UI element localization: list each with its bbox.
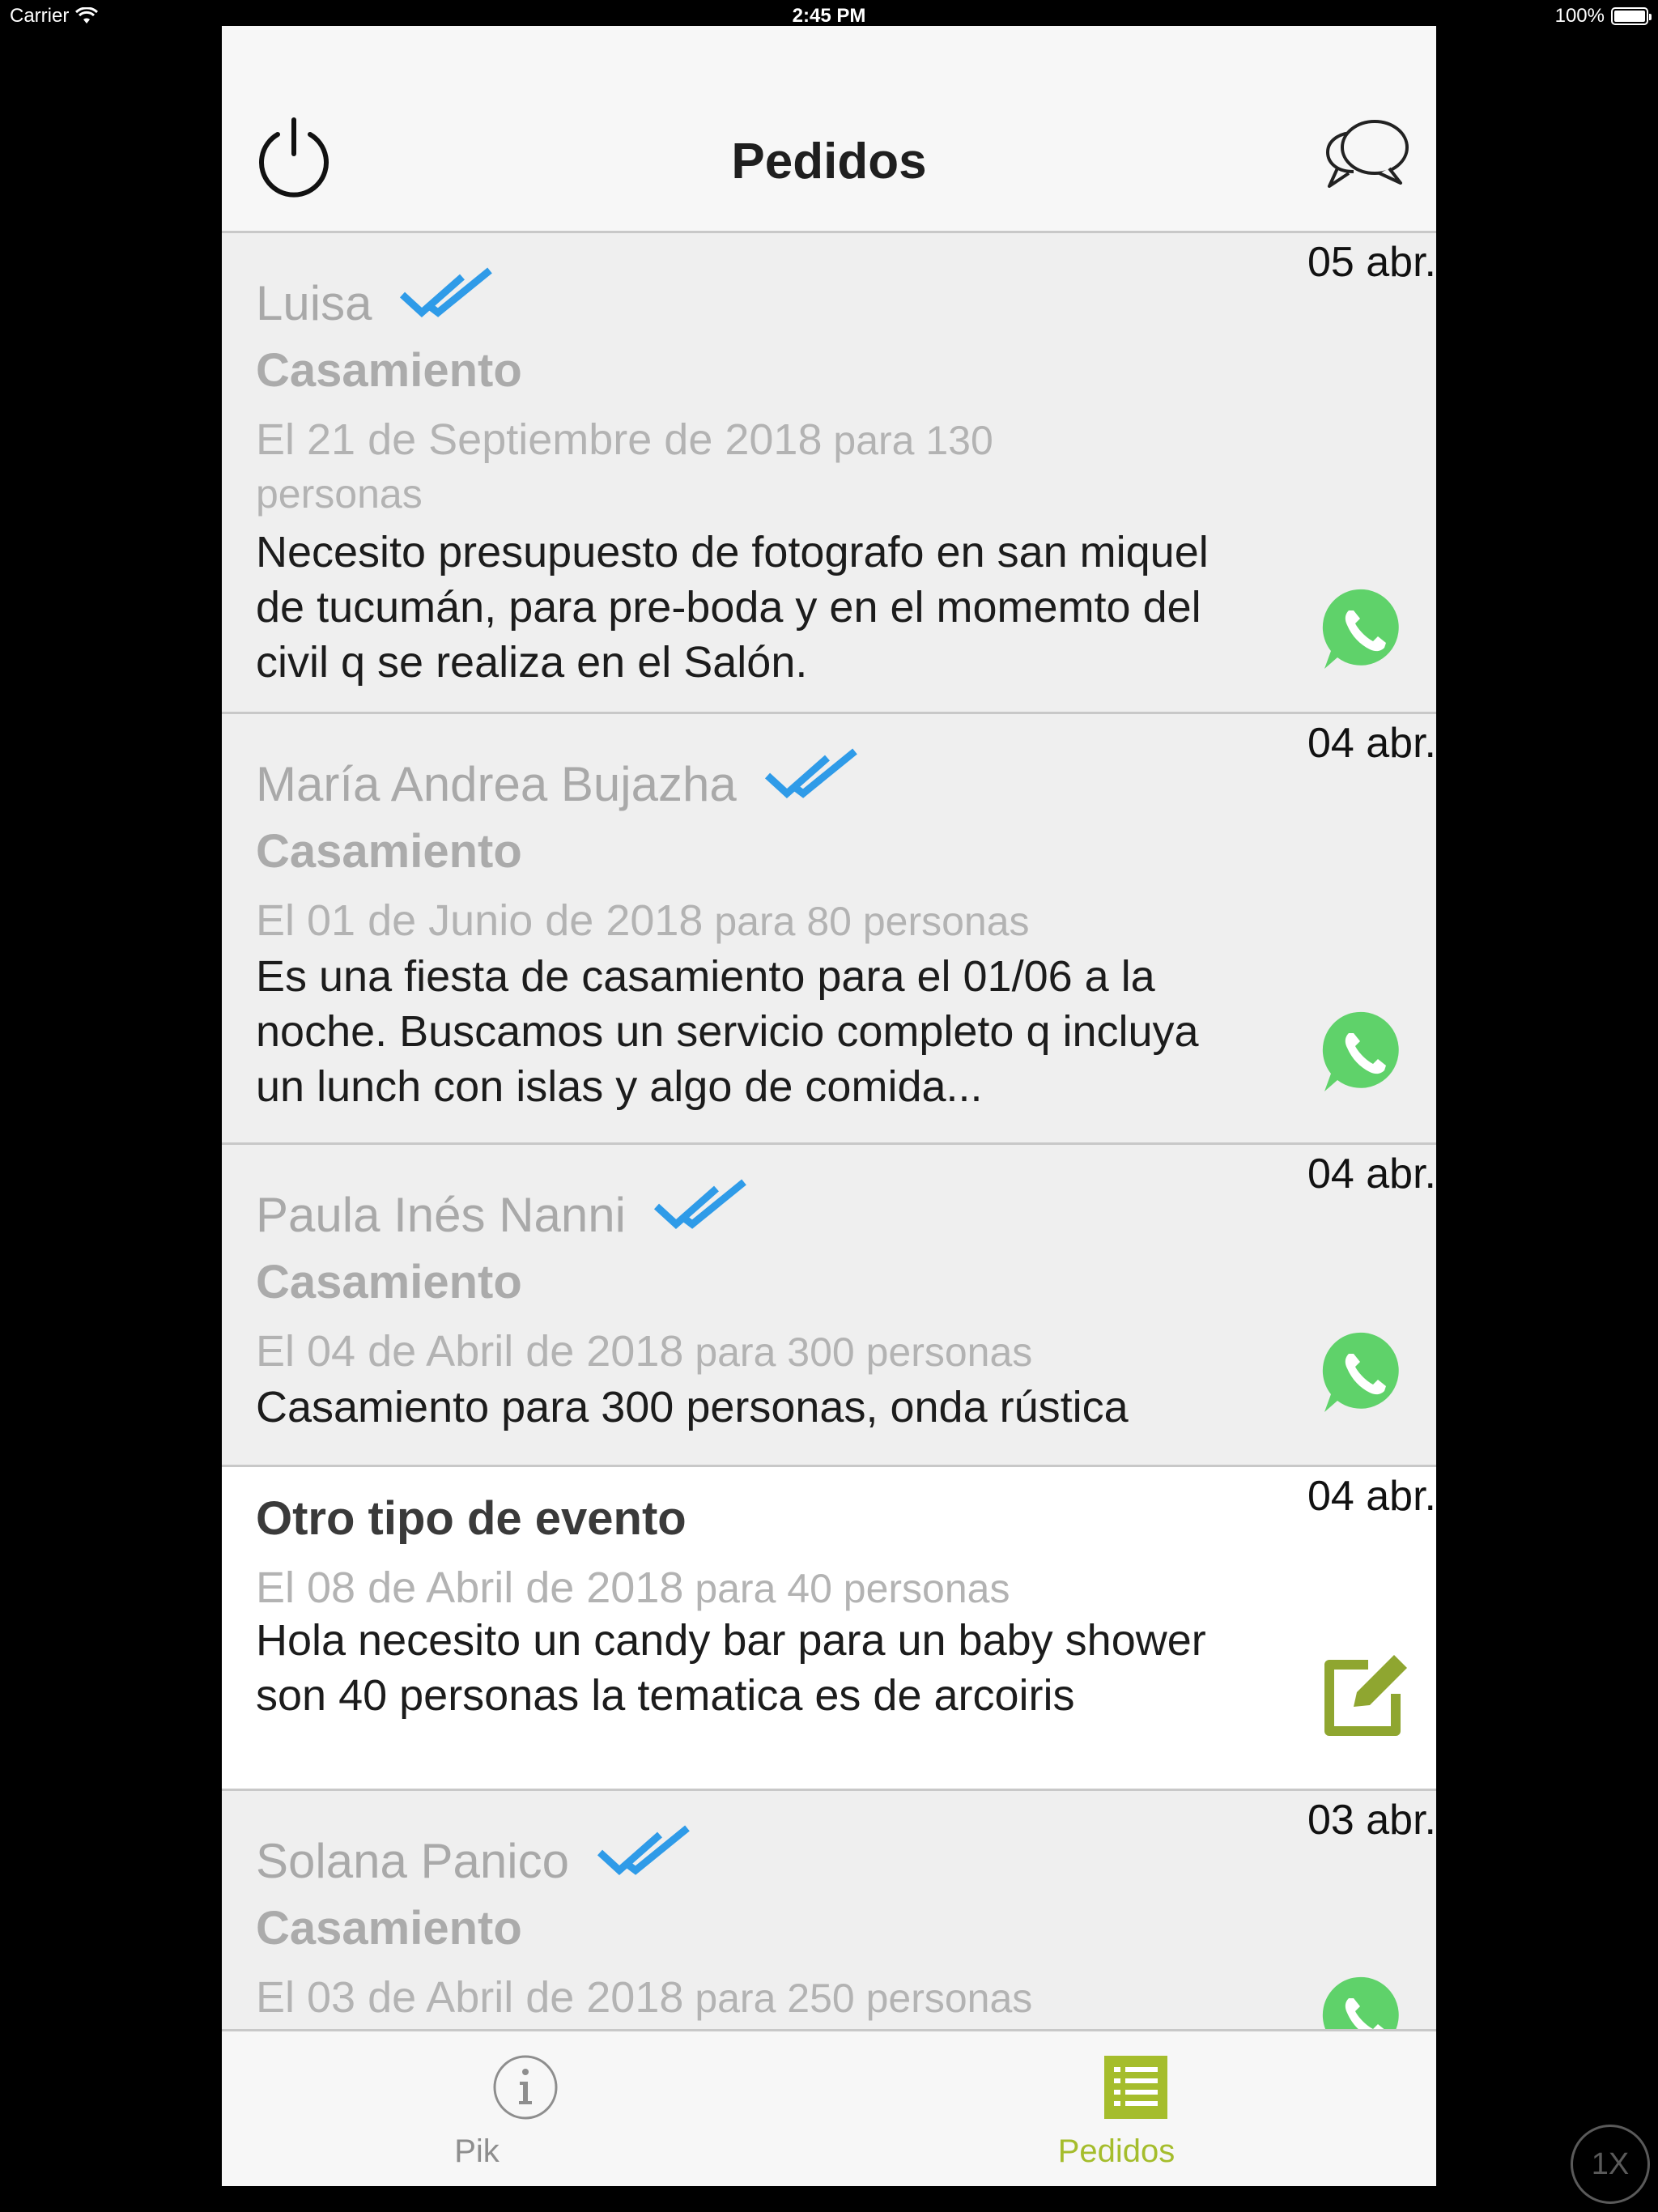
tab-label: Pedidos <box>1057 2133 1175 2169</box>
orders-list[interactable]: Luisa Casamiento El 21 de Septiembre de … <box>222 233 1436 2029</box>
info-icon <box>493 2055 558 2120</box>
order-row[interactable]: Solana Panico Casamiento El 03 de Abril … <box>222 1791 1436 2029</box>
zoom-button[interactable]: 1X <box>1571 2125 1650 2204</box>
event-details: El 03 de Abril de 2018 para 250 personas <box>256 1971 1098 2025</box>
client-name-row: María Andrea Bujazha <box>256 748 860 812</box>
event-type: Casamiento <box>256 825 522 878</box>
event-guests: para 40 personas <box>695 1566 1010 1611</box>
event-date: El 01 de Junio de 2018 <box>256 896 704 945</box>
tab-pik[interactable]: Pik <box>222 2031 829 2186</box>
whatsapp-icon[interactable] <box>1321 1974 1407 2029</box>
page-title: Pedidos <box>731 134 927 189</box>
event-type: Casamiento <box>256 344 522 397</box>
double-check-icon <box>400 267 493 317</box>
app-window: Pedidos Luisa Casamiento El 21 de Septie… <box>222 26 1436 2186</box>
order-date-stamp: 04 abr. <box>1307 720 1436 767</box>
client-name-row: Paula Inés Nanni <box>256 1179 749 1243</box>
tab-label: Pik <box>454 2133 500 2169</box>
order-row[interactable]: Otro tipo de evento El 08 de Abril de 20… <box>222 1467 1436 1791</box>
whatsapp-icon[interactable] <box>1321 1009 1407 1095</box>
client-name: Paula Inés Nanni <box>256 1188 626 1242</box>
event-guests: para 80 personas <box>714 899 1030 944</box>
order-message: Hola necesito un candy bar para un baby … <box>256 1616 1206 1720</box>
event-details: El 04 de Abril de 2018 para 300 personas <box>256 1325 1098 1379</box>
battery-icon <box>1611 7 1652 25</box>
whatsapp-icon[interactable] <box>1321 586 1407 672</box>
order-message: Es una fiesta de casamiento para el 01/0… <box>256 952 1199 1111</box>
order-date-stamp: 04 abr. <box>1307 1151 1436 1197</box>
battery-percentage: 100% <box>1554 5 1605 27</box>
status-time: 2:45 PM <box>792 5 866 27</box>
event-guests: para 300 personas <box>695 1329 1033 1375</box>
edit-icon[interactable] <box>1316 1650 1410 1744</box>
event-date: El 08 de Abril de 2018 <box>256 1563 684 1612</box>
tab-pedidos[interactable]: Pedidos <box>829 2031 1436 2186</box>
order-date-stamp: 03 abr. <box>1307 1797 1436 1844</box>
order-row[interactable]: Paula Inés Nanni Casamiento El 04 de Abr… <box>222 1145 1436 1467</box>
order-date-stamp: 05 abr. <box>1307 239 1436 286</box>
double-check-icon <box>597 1825 690 1875</box>
list-icon <box>1104 2056 1167 2119</box>
client-name: María Andrea Bujazha <box>256 757 737 811</box>
event-date: El 03 de Abril de 2018 <box>256 1973 684 2022</box>
client-name-row: Solana Panico <box>256 1825 692 1889</box>
event-type: Otro tipo de evento <box>256 1492 687 1545</box>
event-date: El 21 de Septiembre de 2018 <box>256 415 823 464</box>
navigation-bar: Pedidos <box>222 26 1436 233</box>
double-check-icon <box>653 1179 746 1229</box>
double-check-icon <box>764 748 857 798</box>
event-details: El 01 de Junio de 2018 para 80 personas <box>256 894 1098 948</box>
tab-bar: Pik Pedidos <box>222 2029 1436 2186</box>
battery-indicator: 100% <box>1554 5 1652 28</box>
event-guests: para 250 personas <box>695 1976 1033 2021</box>
client-name-row: Luisa <box>256 267 495 331</box>
event-type: Casamiento <box>256 1256 522 1308</box>
order-row[interactable]: María Andrea Bujazha Casamiento El 01 de… <box>222 714 1436 1145</box>
client-name: Luisa <box>256 276 372 330</box>
whatsapp-icon[interactable] <box>1321 1329 1407 1415</box>
order-message: Necesito presupuesto de fotografo en san… <box>256 528 1209 687</box>
event-details: El 21 de Septiembre de 2018 para 130 per… <box>256 413 1098 521</box>
client-name: Solana Panico <box>256 1834 569 1888</box>
event-details: El 08 de Abril de 2018 para 40 personas <box>256 1561 1098 1615</box>
event-type: Casamiento <box>256 1902 522 1955</box>
order-row[interactable]: Luisa Casamiento El 21 de Septiembre de … <box>222 233 1436 714</box>
chat-bubbles-icon[interactable] <box>1321 115 1412 198</box>
order-message: Casamiento para 300 personas, onda rústi… <box>256 1383 1129 1431</box>
order-date-stamp: 04 abr. <box>1307 1473 1436 1520</box>
event-date: El 04 de Abril de 2018 <box>256 1327 684 1376</box>
